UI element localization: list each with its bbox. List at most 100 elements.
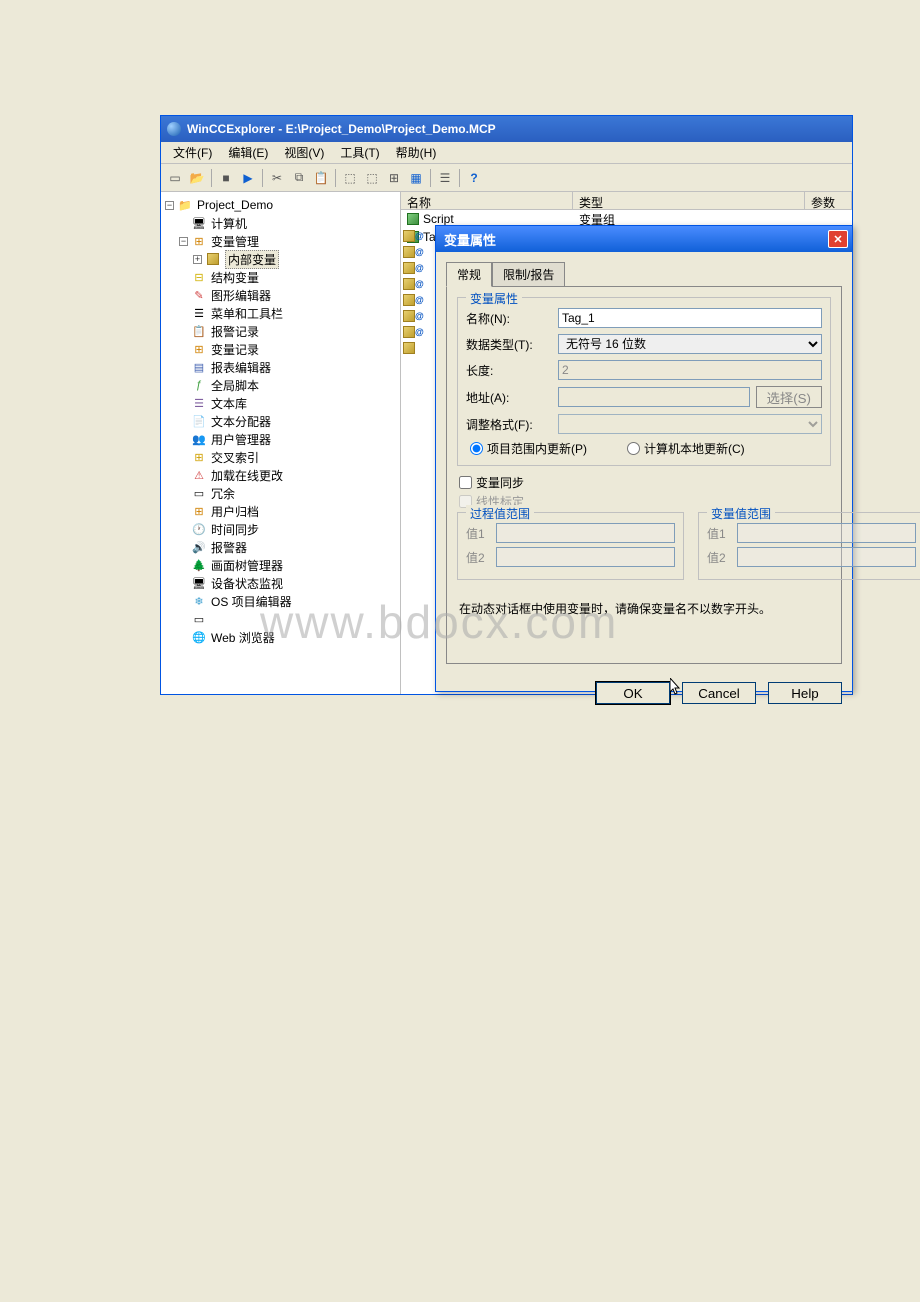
tab-limit[interactable]: 限制/报告 [492,262,565,287]
cancel-button[interactable]: Cancel [682,682,756,704]
at-icon: @ [415,327,424,337]
dialog-titlebar[interactable]: 变量属性 ✕ [436,226,852,252]
menu-help[interactable]: 帮助(H) [388,142,445,163]
variable-properties-dialog: 变量属性 ✕ 常规 限制/报告 变量属性 名称(N): 数据类型(T): 无符号… [435,225,853,692]
paste-icon[interactable]: 📋 [311,168,331,188]
app-icon [167,122,181,136]
process-v2-input [496,547,675,567]
tree-item-selected[interactable]: 内部变量 [225,250,279,269]
tool1-icon[interactable]: ⬚ [340,168,360,188]
tree-item[interactable]: OS 项目编辑器 [211,593,292,610]
tree-item[interactable]: 冗余 [211,485,235,502]
datatype-select[interactable]: 无符号 16 位数 [558,334,822,354]
new-icon[interactable]: ▭ [165,168,185,188]
tree-item[interactable]: 全局脚本 [211,377,259,394]
menu-edit[interactable]: 编辑(E) [220,142,276,163]
tree-item[interactable]: 计算机 [211,215,247,232]
tree-item[interactable]: 用户归档 [211,503,259,520]
tree-item[interactable]: 文本库 [211,395,247,412]
tree-item[interactable]: 变量管理 [211,233,259,250]
tree-item[interactable]: 画面树管理器 [211,557,283,574]
tree-item[interactable]: 结构变量 [211,269,259,286]
tag-icon [403,342,415,354]
radio-project-scope[interactable]: 项目范围内更新(P) [470,440,587,457]
cursor-icon [670,678,682,696]
label-datatype: 数据类型(T): [466,336,558,353]
at-icon: @ [415,263,424,273]
grid-icon[interactable]: ▦ [406,168,426,188]
at-icon: @ [415,295,424,305]
label-address: 地址(A): [466,389,558,406]
var-v2-input [737,547,916,567]
group-icon [407,213,419,225]
tree-root[interactable]: Project_Demo [197,198,273,212]
tree-item[interactable]: 时间同步 [211,521,259,538]
help-icon[interactable]: ? [464,168,484,188]
tree-item[interactable]: Web 浏览器 [211,629,275,646]
menubar: 文件(F) 编辑(E) 视图(V) 工具(T) 帮助(H) [161,142,852,164]
tree-item[interactable]: 交叉索引 [211,449,259,466]
tag-icon [403,230,415,242]
address-input [558,387,750,407]
help-button[interactable]: Help [768,682,842,704]
select-button: 选择(S) [756,386,822,408]
var-v1-input [737,523,916,543]
col-param[interactable]: 参数 [805,192,852,209]
tree-item[interactable]: 设备状态监视 [211,575,283,592]
note-text: 在动态对话框中使用变量时，请确保变量名不以数字开头。 [459,600,829,617]
tab-general[interactable]: 常规 [446,262,492,287]
group-title: 变量属性 [466,290,522,307]
tag-icon [403,278,415,290]
open-icon[interactable]: 📂 [187,168,207,188]
stop-icon[interactable]: ■ [216,168,236,188]
tree-item[interactable]: 文本分配器 [211,413,271,430]
tree-view[interactable]: −📁Project_Demo 🖥计算机 −⊞变量管理 +内部变量 ⊟结构变量 ✎… [161,192,401,694]
titlebar[interactable]: WinCCExplorer - E:\Project_Demo\Project_… [161,116,852,142]
group-variable-range: 变量值范围 值1 值2 [698,512,920,580]
props-icon[interactable]: ☰ [435,168,455,188]
at-icon: @ [415,247,424,257]
tree-item[interactable]: 报表编辑器 [211,359,271,376]
label-format: 调整格式(F): [466,416,558,433]
ok-button[interactable]: OK [596,682,670,704]
tree-item[interactable]: 加载在线更改 [211,467,283,484]
close-button[interactable]: ✕ [828,230,848,248]
col-name[interactable]: 名称 [401,192,573,209]
tree-item[interactable]: 菜单和工具栏 [211,305,283,322]
list-header: 名称 类型 参数 [401,192,852,210]
tool2-icon[interactable]: ⬚ [362,168,382,188]
play-icon[interactable]: ▶ [238,168,258,188]
label-length: 长度: [466,362,558,379]
tag-icon [403,246,415,258]
group-variable-props: 变量属性 名称(N): 数据类型(T): 无符号 16 位数 长度: 地址(A)… [457,297,831,466]
menu-file[interactable]: 文件(F) [165,142,220,163]
col-type[interactable]: 类型 [573,192,805,209]
tree-item[interactable]: 报警器 [211,539,247,556]
at-icon: @ [415,311,424,321]
tool3-icon[interactable]: ⊞ [384,168,404,188]
tree-item[interactable]: 用户管理器 [211,431,271,448]
tag-icon [403,262,415,274]
tag-icon [403,294,415,306]
dialog-title: 变量属性 [444,230,496,249]
tree-item[interactable]: 图形编辑器 [211,287,271,304]
tree-item[interactable]: 变量记录 [211,341,259,358]
toolbar: ▭ 📂 ■ ▶ ✂ ⧉ 📋 ⬚ ⬚ ⊞ ▦ ☰ ? [161,164,852,192]
menu-tools[interactable]: 工具(T) [332,142,387,163]
checkbox-sync[interactable]: 变量同步 [459,474,831,491]
cut-icon[interactable]: ✂ [267,168,287,188]
at-icon: @ [415,231,424,241]
label-name: 名称(N): [466,310,558,327]
group-process-range: 过程值范围 值1 值2 [457,512,684,580]
process-v1-input [496,523,675,543]
length-input [558,360,822,380]
at-icon: @ [415,279,424,289]
radio-local-scope[interactable]: 计算机本地更新(C) [627,440,745,457]
format-select [558,414,822,434]
name-input[interactable] [558,308,822,328]
window-title: WinCCExplorer - E:\Project_Demo\Project_… [187,122,496,136]
tag-icon [403,310,415,322]
copy-icon[interactable]: ⧉ [289,168,309,188]
tree-item[interactable]: 报警记录 [211,323,259,340]
menu-view[interactable]: 视图(V) [276,142,332,163]
